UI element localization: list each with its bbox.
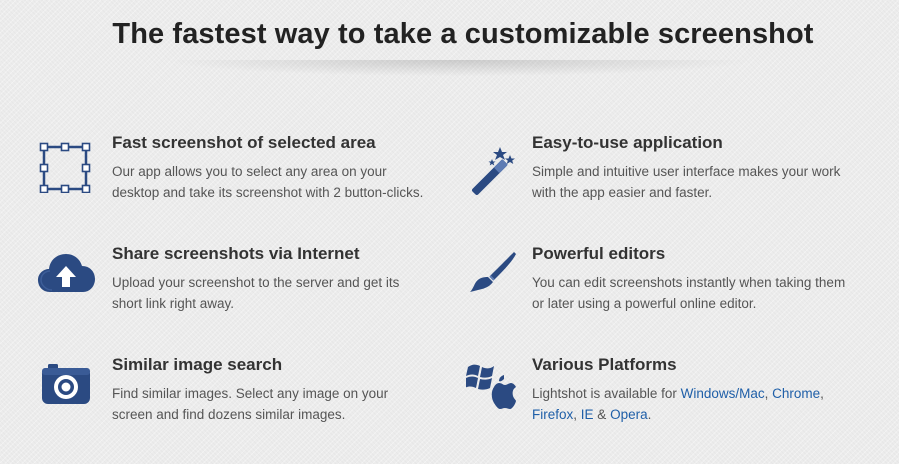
page-title: The fastest way to take a customizable s… [112,18,814,50]
feature-title: Share screenshots via Internet [112,244,360,263]
separator: , [764,386,773,401]
feature-description-line: with the app easier and faster. [532,185,713,200]
windows-apple-icon [466,361,526,421]
feature-description-line: Find similar images. Select any image on… [112,386,389,401]
magic-wand-icon [468,143,528,203]
separator: . [647,407,652,422]
paintbrush-icon [468,250,528,310]
link-windows-mac[interactable]: Windows/Mac [681,386,765,401]
feature-description-line: You can edit screenshots instantly when … [532,275,846,290]
feature-description: You can edit screenshots instantly when … [532,272,872,314]
feature-description: Upload your screenshot to the server and… [112,272,452,314]
link-ie[interactable]: IE [581,407,594,422]
camera-icon [42,363,102,423]
feature-title: Fast screenshot of selected area [112,133,376,152]
feature-description: Find similar images. Select any image on… [112,383,452,425]
link-opera[interactable]: Opera [610,407,648,422]
feature-description-line: screen and find dozens similar images. [112,407,346,422]
link-chrome[interactable]: Chrome [772,386,820,401]
feature-title: Easy-to-use application [532,133,723,152]
cloud-upload-icon [38,252,98,312]
feature-description-line: Simple and intuitive user interface make… [532,164,841,179]
feature-description-line: desktop and take its screenshot with 2 b… [112,185,424,200]
link-firefox[interactable]: Firefox [532,407,573,422]
features-page: The fastest way to take a customizable s… [0,0,899,464]
separator: & [593,407,611,422]
feature-description: Our app allows you to select any area on… [112,161,452,203]
feature-title: Powerful editors [532,244,666,263]
feature-description-line: short link right away. [112,296,235,311]
selection-area-icon [38,141,98,201]
feature-description-line: or later using a powerful online editor. [532,296,757,311]
feature-title: Various Platforms [532,355,677,374]
separator: , [820,386,824,401]
title-shadow [170,60,750,76]
separator: , [573,407,581,422]
platforms-prefix: Lightshot is available for [532,386,681,401]
feature-description-line: Our app allows you to select any area on… [112,164,387,179]
feature-description-line: Upload your screenshot to the server and… [112,275,400,290]
feature-description: Lightshot is available for Windows/Mac, … [532,383,872,425]
feature-description: Simple and intuitive user interface make… [532,161,872,203]
feature-title: Similar image search [112,355,283,374]
